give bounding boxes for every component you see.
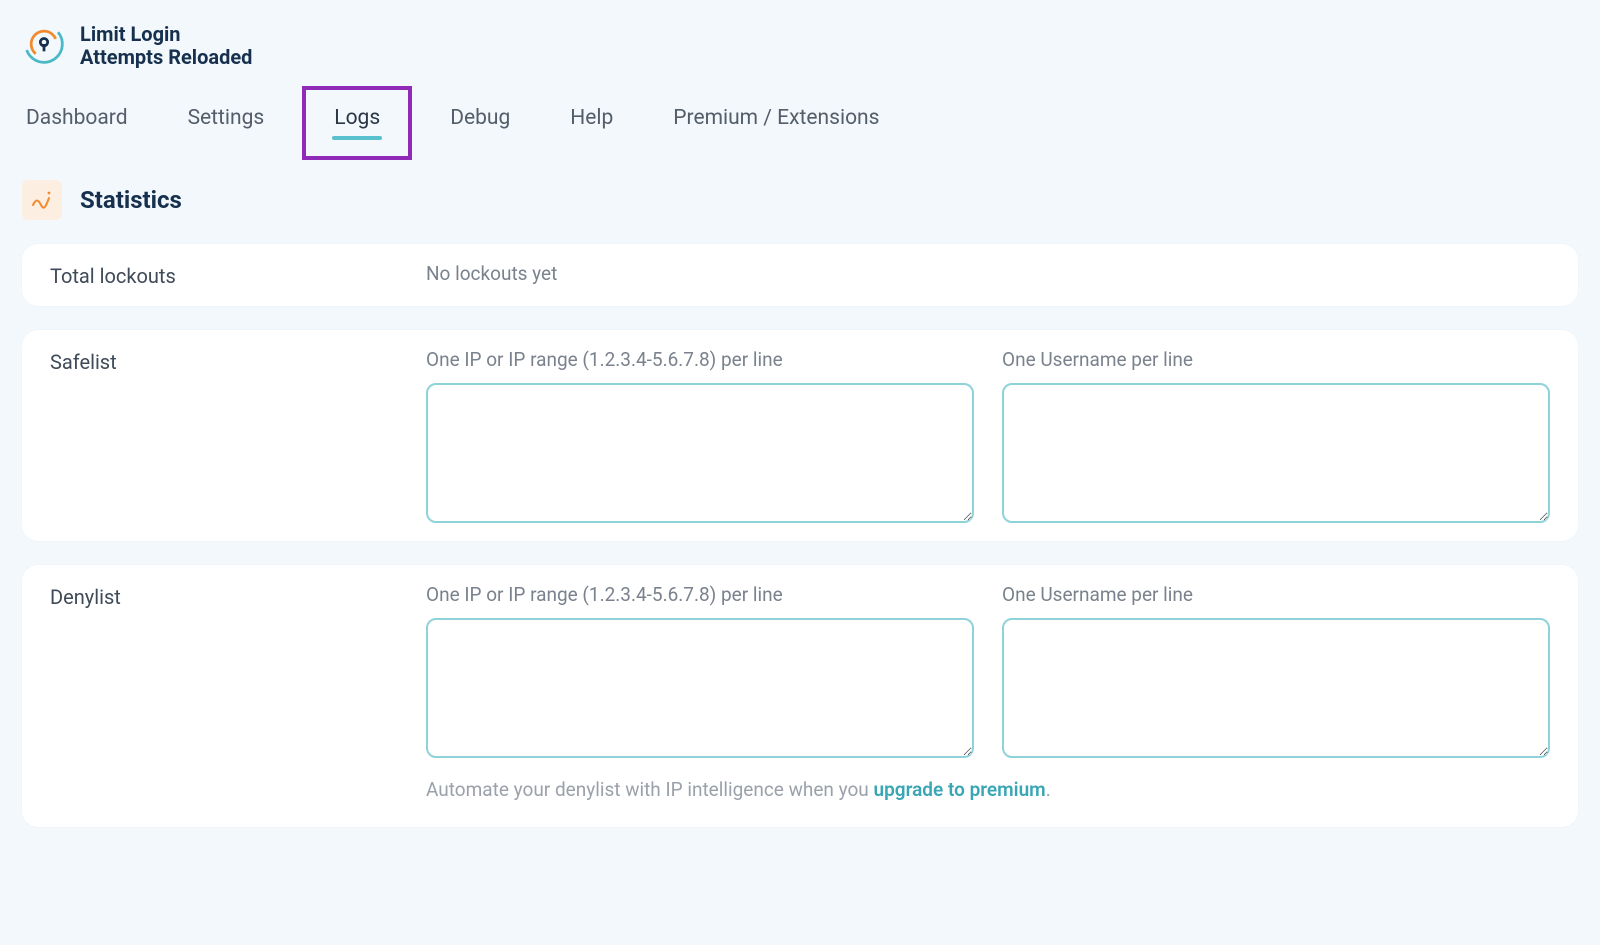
app-header: Limit Login Attempts Reloaded: [22, 20, 1578, 78]
section-heading: Statistics: [22, 172, 1578, 244]
denylist-footnote: Automate your denylist with IP intellige…: [426, 764, 1550, 801]
tab-premium[interactable]: Premium / Extensions: [669, 100, 883, 144]
lockouts-label: Total lockouts: [50, 262, 398, 288]
app-title-line2: Attempts Reloaded: [80, 46, 252, 69]
safelist-label: Safelist: [50, 348, 398, 374]
statistics-icon: [22, 180, 62, 220]
denylist-user-input[interactable]: [1002, 618, 1550, 758]
tab-help[interactable]: Help: [566, 100, 617, 144]
lockouts-value: No lockouts yet: [426, 262, 1550, 288]
denylist-ip-label: One IP or IP range (1.2.3.4-5.6.7.8) per…: [426, 583, 974, 606]
safelist-ip-label: One IP or IP range (1.2.3.4-5.6.7.8) per…: [426, 348, 974, 371]
denylist-footnote-suffix: .: [1046, 778, 1051, 801]
denylist-user-label: One Username per line: [1002, 583, 1550, 606]
tab-settings[interactable]: Settings: [184, 100, 269, 144]
denylist-card: Denylist One IP or IP range (1.2.3.4-5.6…: [22, 565, 1578, 827]
safelist-ip-input[interactable]: [426, 383, 974, 523]
tab-logs-highlight: Logs: [302, 86, 412, 160]
app-logo-icon: [22, 22, 66, 70]
section-title: Statistics: [80, 186, 182, 214]
denylist-ip-input[interactable]: [426, 618, 974, 758]
app-title-line1: Limit Login: [80, 23, 252, 46]
safelist-card: Safelist One IP or IP range (1.2.3.4-5.6…: [22, 330, 1578, 541]
tab-debug[interactable]: Debug: [446, 100, 514, 144]
tab-logs[interactable]: Logs: [330, 100, 384, 144]
tab-dashboard[interactable]: Dashboard: [22, 100, 132, 144]
lockouts-card: Total lockouts No lockouts yet: [22, 244, 1578, 306]
safelist-user-label: One Username per line: [1002, 348, 1550, 371]
denylist-label: Denylist: [50, 583, 398, 609]
main-nav: Dashboard Settings Logs Debug Help Premi…: [22, 78, 1578, 172]
app-title: Limit Login Attempts Reloaded: [80, 23, 252, 69]
denylist-footnote-prefix: Automate your denylist with IP intellige…: [426, 778, 873, 801]
upgrade-premium-link[interactable]: upgrade to premium: [873, 778, 1045, 801]
safelist-user-input[interactable]: [1002, 383, 1550, 523]
